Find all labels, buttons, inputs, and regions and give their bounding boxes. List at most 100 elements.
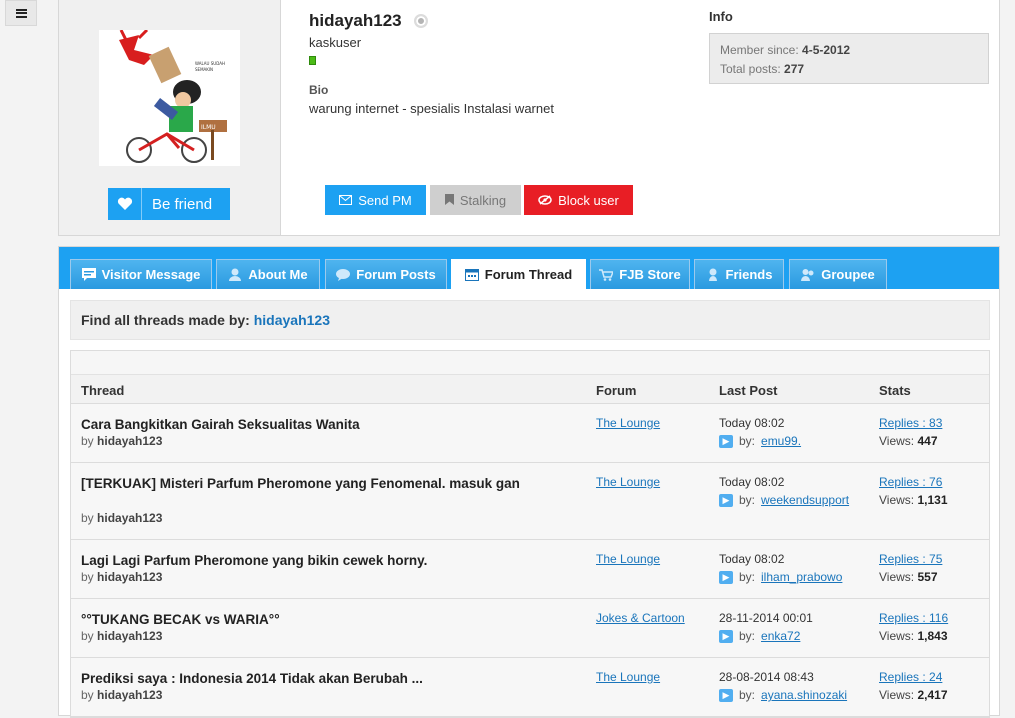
last-post-by: ▶ by: emu99.: [719, 434, 801, 448]
replies-link[interactable]: Replies : 83: [879, 416, 942, 430]
info-heading: Info: [709, 9, 733, 24]
go-to-last-post-icon[interactable]: ▶: [719, 688, 733, 702]
last-post-by: ▶ by: weekendsupport: [719, 493, 849, 507]
profile-card: WALAU SUDAH SEMAKIN ILMU Be friend hiday…: [58, 0, 1000, 236]
svg-text:SEMAKIN: SEMAKIN: [195, 67, 213, 72]
tab-visitor-message[interactable]: Visitor Message: [70, 259, 212, 289]
header-last-post: Last Post: [719, 383, 778, 398]
forum-link[interactable]: The Lounge: [596, 416, 660, 430]
thread-author: by hidayah123: [81, 629, 163, 643]
replies-link[interactable]: Replies : 24: [879, 670, 942, 684]
be-friend-label: Be friend: [152, 195, 213, 213]
envelope-icon: [339, 193, 353, 208]
info-box: Member since: 4-5-2012 Total posts: 277: [709, 33, 989, 84]
thread-author: by hidayah123: [81, 434, 163, 448]
replies-link[interactable]: Replies : 75: [879, 552, 942, 566]
friends-icon: [706, 268, 720, 282]
find-threads-heading: Find all threads made by: hidayah123: [70, 300, 990, 340]
be-friend-button[interactable]: Be friend: [108, 188, 230, 220]
last-post-time: Today 08:02: [719, 416, 785, 430]
cart-icon: [599, 268, 614, 282]
forum-link[interactable]: The Lounge: [596, 475, 660, 489]
find-user-link[interactable]: hidayah123: [254, 312, 330, 328]
hamburger-icon: [15, 8, 27, 18]
avatar: WALAU SUDAH SEMAKIN ILMU: [99, 30, 240, 166]
table-spacer: [71, 351, 989, 375]
last-post-time: Today 08:02: [719, 552, 785, 566]
stalking-label: Stalking: [459, 192, 507, 208]
go-to-last-post-icon[interactable]: ▶: [719, 629, 733, 643]
forum-link[interactable]: The Lounge: [596, 552, 660, 566]
table-header: Thread Forum Last Post Stats: [71, 375, 989, 404]
header-stats: Stats: [879, 383, 911, 398]
thread-title-link[interactable]: °°TUKANG BECAK vs WARIA°°: [81, 611, 541, 629]
last-post-user-link[interactable]: emu99.: [761, 434, 801, 448]
last-post-by: ▶ by: ayana.shinozaki: [719, 688, 847, 702]
content-panel: Visitor Message About Me Forum Posts For…: [58, 246, 1000, 718]
tab-groupee[interactable]: Groupee: [789, 259, 887, 289]
last-post-time: 28-11-2014 00:01: [719, 611, 813, 625]
member-since: Member since: 4-5-2012: [720, 43, 851, 57]
views-count: Views: 557: [879, 570, 938, 584]
forum-link[interactable]: The Lounge: [596, 670, 660, 684]
chat-icon: [336, 268, 351, 282]
svg-text:WALAU SUDAH: WALAU SUDAH: [195, 61, 225, 66]
block-user-button[interactable]: Block user: [524, 185, 633, 215]
last-post-user-link[interactable]: ilham_prabowo: [761, 570, 842, 584]
user-title: kaskuser: [309, 35, 362, 50]
offline-status-icon: [413, 14, 428, 28]
block-user-label: Block user: [558, 192, 619, 208]
heart-icon: [108, 188, 142, 220]
go-to-last-post-icon[interactable]: ▶: [719, 434, 733, 448]
table-row: Prediksi saya : Indonesia 2014 Tidak aka…: [71, 658, 989, 717]
send-pm-button[interactable]: Send PM: [325, 185, 426, 215]
tab-bar: Visitor Message About Me Forum Posts For…: [59, 247, 999, 289]
thread-title-link[interactable]: Prediksi saya : Indonesia 2014 Tidak aka…: [81, 670, 541, 688]
forum-link[interactable]: Jokes & Cartoon: [596, 611, 685, 625]
stalking-button[interactable]: Stalking: [430, 185, 521, 215]
views-count: Views: 1,843: [879, 629, 948, 643]
replies-link[interactable]: Replies : 116: [879, 611, 948, 625]
svg-text:ILMU: ILMU: [201, 124, 216, 131]
views-count: Views: 2,417: [879, 688, 948, 702]
send-pm-label: Send PM: [358, 192, 412, 208]
reputation-bar: [309, 56, 316, 65]
tab-about-me[interactable]: About Me: [216, 259, 320, 289]
tab-fjb-store[interactable]: FJB Store: [590, 259, 690, 289]
thread-title-link[interactable]: Lagi Lagi Parfum Pheromone yang bikin ce…: [81, 552, 541, 570]
thread-title-link[interactable]: [TERKUAK] Misteri Parfum Pheromone yang …: [81, 475, 541, 493]
table-row: °°TUKANG BECAK vs WARIA°° by hidayah123 …: [71, 599, 989, 658]
go-to-last-post-icon[interactable]: ▶: [719, 570, 733, 584]
profile-sidebar: WALAU SUDAH SEMAKIN ILMU Be friend: [59, 0, 281, 235]
header-forum: Forum: [596, 383, 637, 398]
last-post-by: ▶ by: ilham_prabowo: [719, 570, 842, 584]
bio-heading: Bio: [309, 83, 329, 97]
views-count: Views: 447: [879, 434, 938, 448]
last-post-time: Today 08:02: [719, 475, 785, 489]
tab-forum-thread[interactable]: Forum Thread: [451, 259, 586, 289]
header-thread: Thread: [81, 383, 125, 398]
menu-button[interactable]: [5, 0, 37, 26]
calendar-icon: [464, 268, 479, 282]
username-heading: hidayah123: [309, 11, 428, 31]
tab-friends[interactable]: Friends: [694, 259, 784, 289]
replies-link[interactable]: Replies : 76: [879, 475, 942, 489]
go-to-last-post-icon[interactable]: ▶: [719, 493, 733, 507]
views-count: Views: 1,131: [879, 493, 948, 507]
thread-author: by hidayah123: [81, 688, 163, 702]
thread-author: by hidayah123: [81, 570, 163, 584]
thread-title-link[interactable]: Cara Bangkitkan Gairah Seksualitas Wanit…: [81, 416, 541, 434]
eye-slash-icon: [538, 193, 552, 208]
message-icon: [81, 268, 96, 282]
table-row: Cara Bangkitkan Gairah Seksualitas Wanit…: [71, 404, 989, 463]
tab-forum-posts[interactable]: Forum Posts: [325, 259, 447, 289]
bio-text: warung internet - spesialis Instalasi wa…: [309, 101, 554, 116]
total-posts: Total posts: 277: [720, 62, 805, 76]
thread-author: by hidayah123: [81, 511, 163, 525]
last-post-user-link[interactable]: ayana.shinozaki: [761, 688, 847, 702]
last-post-user-link[interactable]: enka72: [761, 629, 800, 643]
user-icon: [228, 268, 242, 282]
last-post-user-link[interactable]: weekendsupport: [761, 493, 849, 507]
last-post-time: 28-08-2014 08:43: [719, 670, 814, 684]
bookmark-icon: [444, 193, 454, 208]
